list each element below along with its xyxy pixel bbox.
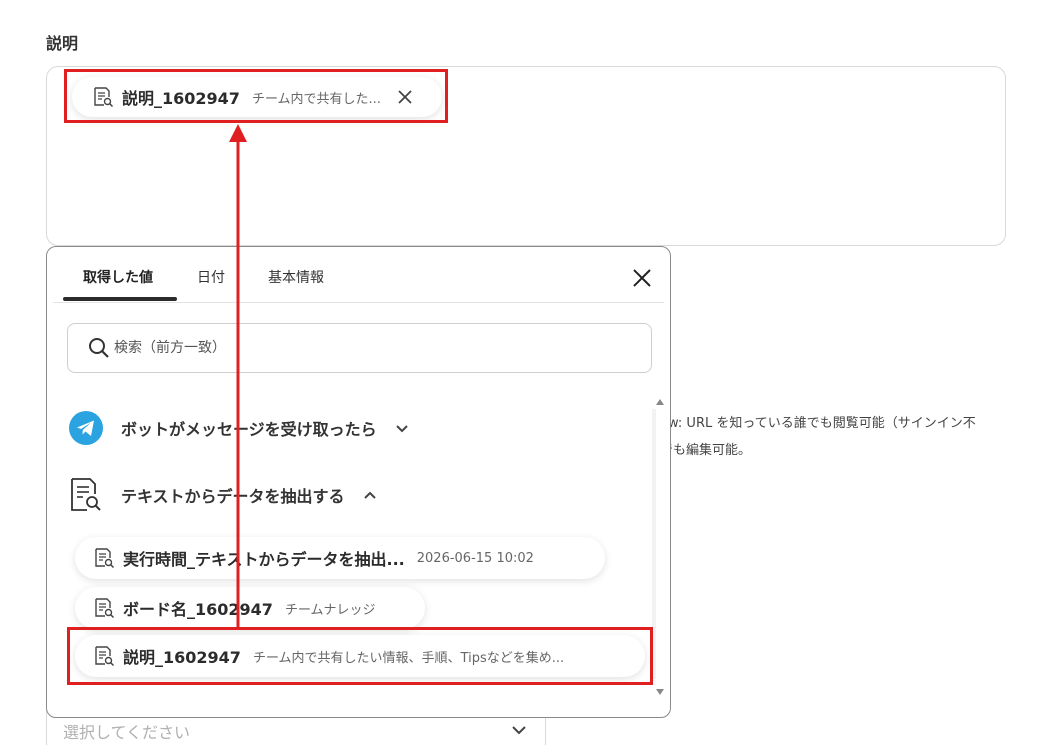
scroll-up-arrow-icon[interactable] — [655, 398, 665, 406]
document-search-icon — [95, 548, 115, 569]
value-item-description[interactable]: 説明_1602947 チーム内で共有したい情報、手順、Tipsなどを集め... — [75, 635, 645, 677]
search-input[interactable] — [114, 336, 614, 360]
value-item-execution-time[interactable]: 実行時間_テキストからデータを抽出... 2026-06-15 10:02 — [75, 537, 605, 579]
document-search-icon — [71, 478, 101, 511]
chip-name: 説明_1602947 — [122, 89, 240, 108]
group-label: テキストからデータを抽出する — [121, 487, 345, 506]
chevron-down-icon — [512, 726, 526, 735]
tab-bar: 取得した値 日付 基本情報 — [47, 247, 670, 303]
select-placeholder: 選択してください — [63, 723, 191, 742]
tab-basic-info[interactable]: 基本情報 — [268, 267, 324, 287]
selected-value-chip[interactable]: 説明_1602947 チーム内で共有した... — [72, 77, 442, 117]
close-icon[interactable] — [631, 267, 653, 289]
telegram-icon — [69, 411, 103, 445]
tab-retrieved-values[interactable]: 取得した値 — [83, 267, 153, 287]
group-telegram-trigger[interactable]: ボットがメッセージを受け取ったら — [69, 411, 409, 445]
document-search-icon — [94, 87, 114, 108]
item-value: チーム内で共有したい情報、手順、Tipsなどを集め... — [252, 650, 565, 666]
sharing-description-line-1: ew: URL を知っている誰でも閲覧可能（サインイン不 — [660, 416, 976, 431]
group-extract-text[interactable]: テキストからデータを抽出する — [69, 476, 377, 514]
item-value: 2026-06-15 10:02 — [416, 550, 534, 566]
value-item-board-name[interactable]: ボード名_1602947 チームナレッジ — [75, 587, 425, 629]
tabs-divider — [53, 302, 664, 303]
scrollbar-track[interactable] — [652, 409, 656, 679]
search-field[interactable] — [67, 323, 652, 373]
item-name: ボード名_1602947 — [123, 600, 273, 619]
item-value: チームナレッジ — [284, 602, 376, 618]
tab-date[interactable]: 日付 — [197, 267, 225, 287]
chevron-down-icon[interactable] — [395, 424, 409, 433]
item-name: 実行時間_テキストからデータを抽出... — [123, 550, 405, 569]
chevron-up-icon[interactable] — [363, 491, 377, 500]
chip-value: チーム内で共有した... — [251, 91, 381, 107]
group-label: ボットがメッセージを受け取ったら — [121, 420, 377, 439]
active-tab-indicator — [63, 297, 177, 301]
close-icon[interactable] — [397, 89, 413, 105]
value-picker-popup: 取得した値 日付 基本情報 ボットがメッセージを受け取ったら — [46, 246, 671, 718]
scroll-down-arrow-icon[interactable] — [655, 688, 665, 696]
document-search-icon — [95, 646, 115, 667]
item-name: 説明_1602947 — [123, 648, 241, 667]
sharing-description-line-2: でも編集可能。 — [660, 443, 752, 458]
search-icon — [89, 338, 109, 358]
field-label: 説明 — [46, 34, 79, 53]
document-search-icon — [95, 598, 115, 619]
